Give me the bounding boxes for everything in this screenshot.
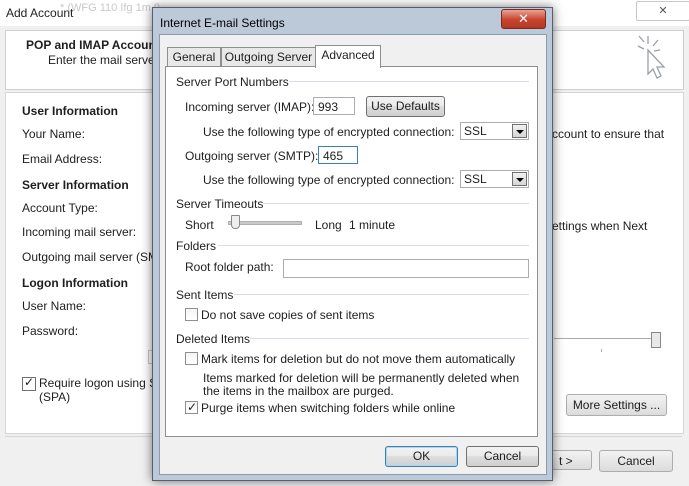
email-label: Email Address: bbox=[22, 152, 103, 166]
user-name-label: User Name: bbox=[22, 299, 87, 313]
folders-heading: Folders bbox=[176, 239, 217, 253]
deleted-items-rule bbox=[250, 338, 529, 339]
checkmark-icon: ✓ bbox=[187, 400, 198, 414]
next-button[interactable]: t > bbox=[548, 450, 592, 470]
ok-button[interactable]: OK bbox=[385, 446, 458, 467]
outgoing-port-label: Outgoing server (SMTP): bbox=[185, 149, 319, 163]
purge-items-checkbox[interactable]: ✓ bbox=[185, 400, 198, 414]
add-account-close-button[interactable]: ✕ bbox=[636, 1, 689, 21]
incoming-encryption-select[interactable]: SSL bbox=[460, 122, 529, 140]
timeout-long-label: Long bbox=[315, 218, 342, 232]
outgoing-encryption-select[interactable]: SSL bbox=[460, 170, 529, 188]
right-test-settings-text: ettings when Next bbox=[552, 219, 648, 233]
outgoing-port-input[interactable]: 465 bbox=[318, 146, 358, 164]
your-name-label: Your Name: bbox=[22, 127, 85, 141]
purge-items-label: Purge items when switching folders while… bbox=[201, 401, 456, 415]
sent-items-heading: Sent Items bbox=[176, 288, 234, 302]
right-description-text: ccount to ensure that bbox=[552, 127, 665, 141]
bg-slider-track bbox=[554, 338, 658, 339]
header-title: POP and IMAP Account bbox=[26, 38, 160, 52]
tab-outgoing-server[interactable]: Outgoing Server bbox=[221, 47, 316, 67]
faded-background-text: * (WFG 110 Ifg 1m 9- bbox=[60, 2, 164, 14]
root-folder-label: Root folder path: bbox=[185, 260, 274, 274]
chevron-down-icon bbox=[512, 124, 527, 138]
checkmark-icon: ✓ bbox=[24, 375, 35, 389]
chevron-down-icon bbox=[512, 172, 527, 186]
deletion-note-line2: the items in the mailbox are purged. bbox=[203, 384, 394, 398]
dialog-cancel-button[interactable]: Cancel bbox=[466, 446, 539, 467]
incoming-port-input[interactable]: 993 bbox=[313, 97, 355, 115]
wizard-cursor-icon bbox=[637, 35, 666, 79]
user-info-heading: User Information bbox=[22, 104, 119, 118]
server-info-heading: Server Information bbox=[22, 178, 129, 192]
spa-checkbox[interactable]: ✓ bbox=[22, 375, 36, 391]
outgoing-server-label: Outgoing mail server (SM bbox=[22, 250, 159, 264]
sent-items-rule bbox=[234, 294, 529, 295]
incoming-encryption-value: SSL bbox=[464, 124, 487, 138]
mark-for-deletion-checkbox[interactable] bbox=[185, 352, 198, 365]
outgoing-encryption-value: SSL bbox=[464, 172, 487, 186]
close-icon: ✕ bbox=[518, 11, 529, 26]
timeout-slider-thumb[interactable] bbox=[231, 215, 241, 229]
spa-label-2: (SPA) bbox=[39, 390, 71, 404]
dont-save-sent-checkbox[interactable] bbox=[185, 308, 198, 321]
incoming-encryption-label: Use the following type of encrypted conn… bbox=[203, 125, 455, 139]
spa-label: Require logon using S bbox=[39, 376, 158, 390]
incoming-port-label: Incoming server (IMAP): bbox=[185, 100, 315, 114]
timeout-short-label: Short bbox=[185, 218, 214, 232]
dialog-title: Internet E-mail Settings bbox=[160, 16, 285, 30]
deletion-note-line1: Items marked for deletion will be perman… bbox=[203, 371, 520, 385]
bg-slider-tick bbox=[601, 349, 602, 352]
tab-general[interactable]: General bbox=[167, 47, 221, 67]
dialog-close-button[interactable]: ✕ bbox=[501, 9, 546, 29]
logon-info-heading: Logon Information bbox=[22, 276, 128, 290]
password-label: Password: bbox=[22, 324, 79, 338]
account-type-label: Account Type: bbox=[22, 201, 98, 215]
port-numbers-heading: Server Port Numbers bbox=[176, 75, 289, 89]
bg-cancel-button[interactable]: Cancel bbox=[599, 450, 673, 472]
timeout-value: 1 minute bbox=[349, 218, 396, 232]
outgoing-encryption-label: Use the following type of encrypted conn… bbox=[203, 173, 455, 187]
use-defaults-button[interactable]: Use Defaults bbox=[366, 96, 445, 117]
timeouts-heading: Server Timeouts bbox=[176, 197, 264, 211]
dont-save-sent-label: Do not save copies of sent items bbox=[201, 308, 375, 322]
root-folder-input[interactable] bbox=[283, 259, 529, 278]
bg-slider-thumb[interactable] bbox=[651, 332, 661, 348]
more-settings-button[interactable]: More Settings ... bbox=[566, 394, 667, 416]
deleted-items-heading: Deleted Items bbox=[176, 332, 251, 346]
timeouts-rule bbox=[260, 203, 529, 204]
mark-for-deletion-label: Mark items for deletion but do not move … bbox=[201, 352, 516, 366]
port-numbers-rule bbox=[283, 81, 529, 82]
folders-rule bbox=[218, 245, 529, 246]
incoming-server-label: Incoming mail server: bbox=[22, 225, 137, 239]
header-subtitle: Enter the mail server bbox=[48, 53, 159, 67]
tab-advanced[interactable]: Advanced bbox=[315, 45, 381, 68]
